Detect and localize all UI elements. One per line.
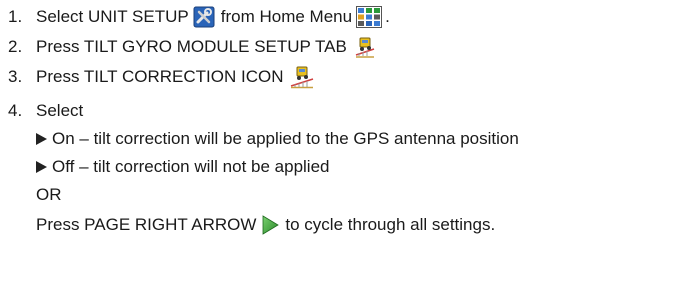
step-3-number: 3. bbox=[8, 67, 23, 86]
tilt-correction-icon bbox=[289, 65, 315, 89]
tilt-gyro-module-icon bbox=[353, 35, 377, 59]
bullet-triangle-icon bbox=[36, 161, 47, 173]
step-1-text-before: Select UNIT SETUP bbox=[36, 7, 189, 26]
page-right-text-before: Press PAGE RIGHT ARROW bbox=[36, 215, 257, 234]
step-4-text: Select bbox=[36, 101, 84, 120]
step-4: 4. Select bbox=[8, 98, 83, 124]
step-2-number: 2. bbox=[8, 37, 23, 56]
step-3: 3. Press TILT CORRECTION ICON bbox=[8, 64, 315, 90]
option-on-text: On – tilt correction will be applied to … bbox=[52, 129, 519, 148]
option-off: Off – tilt correction will not be applie… bbox=[36, 154, 330, 180]
step-1-text-middle: from Home Menu bbox=[220, 7, 353, 26]
option-off-text: Off – tilt correction will not be applie… bbox=[52, 157, 330, 176]
step-2-text: Press TILT GYRO MODULE SETUP TAB bbox=[36, 37, 347, 56]
step-1-text-after: . bbox=[385, 7, 390, 26]
page-right-instruction: Press PAGE RIGHT ARROW to cycle through … bbox=[36, 212, 495, 238]
instruction-page: 1. Select UNIT SETUP from Home Menu . 2.… bbox=[0, 0, 678, 286]
step-2: 2. Press TILT GYRO MODULE SETUP TAB bbox=[8, 34, 377, 60]
step-1: 1. Select UNIT SETUP from Home Menu . bbox=[8, 4, 390, 30]
page-right-text-after: to cycle through all settings. bbox=[285, 215, 496, 234]
step-4-number: 4. bbox=[8, 101, 23, 120]
or-label: OR bbox=[36, 182, 62, 208]
option-on: On – tilt correction will be applied to … bbox=[36, 126, 519, 152]
step-3-text: Press TILT CORRECTION ICON bbox=[36, 67, 284, 86]
unit-setup-icon bbox=[193, 6, 215, 28]
home-menu-icon bbox=[356, 6, 383, 28]
bullet-triangle-icon bbox=[36, 133, 47, 145]
step-1-number: 1. bbox=[8, 7, 23, 26]
page-right-arrow-icon bbox=[261, 215, 280, 235]
or-label-text: OR bbox=[36, 185, 62, 204]
